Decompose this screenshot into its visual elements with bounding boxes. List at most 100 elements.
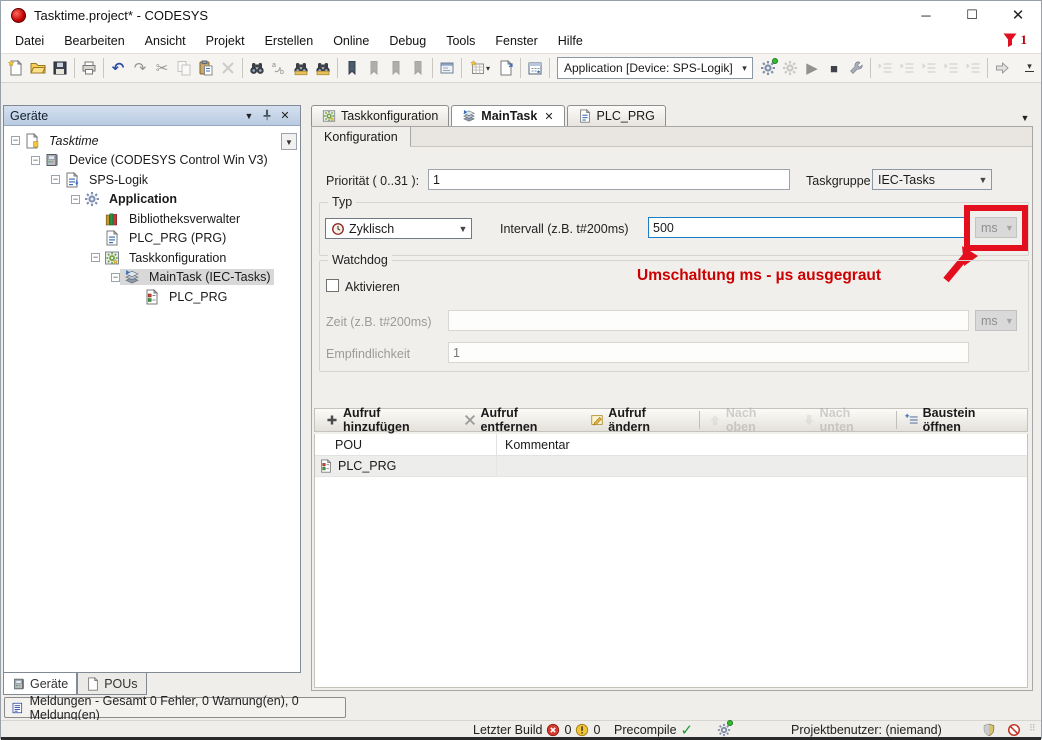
table-row[interactable]: PLC_PRG — [315, 456, 1027, 477]
properties-button[interactable] — [436, 57, 458, 79]
tree-item-maintask-plc-prg[interactable]: − PLC_PRG — [4, 287, 300, 307]
menu-debug[interactable]: Debug — [379, 31, 436, 51]
start-button[interactable]: ▶ — [801, 57, 823, 79]
menu-projekt[interactable]: Projekt — [196, 31, 255, 51]
step-out-button[interactable] — [918, 57, 940, 79]
menu-online[interactable]: Online — [323, 31, 379, 51]
collapse-icon[interactable]: − — [71, 195, 80, 204]
next-bookmark-button[interactable] — [385, 57, 407, 79]
tab-maintask[interactable]: MainTask ✕ — [451, 105, 564, 126]
taskgroup-select[interactable]: IEC-Tasks ▼ — [872, 169, 992, 190]
close-button[interactable]: ✕ — [995, 1, 1041, 29]
clear-bookmarks-button[interactable] — [407, 57, 429, 79]
menu-bearbeiten[interactable]: Bearbeiten — [54, 31, 134, 51]
active-application-combobox[interactable]: Application [Device: SPS-Logik] ▾ — [557, 57, 753, 79]
tab-list-dropdown-button[interactable]: ▼ — [1017, 110, 1033, 126]
find-in-project-button[interactable] — [290, 57, 312, 79]
connection-status-icon — [717, 721, 731, 738]
collapse-icon[interactable]: − — [31, 156, 40, 165]
new-project-button[interactable] — [5, 57, 27, 79]
redo-button[interactable]: ↷ — [129, 57, 151, 79]
column-pou[interactable]: POU — [315, 434, 497, 455]
application-window: Tasktime.project* - CODESYS ─ ☐ ✕ Datei … — [0, 0, 1042, 739]
step-over-button[interactable] — [874, 57, 896, 79]
add-call-button[interactable]: Aufruf hinzufügen — [319, 409, 457, 431]
run-to-cursor-button[interactable] — [940, 57, 962, 79]
panel-menu-caret-icon[interactable]: ▼ — [240, 111, 258, 121]
pragma-filter-indicator[interactable]: 1 — [1002, 32, 1028, 48]
print-button[interactable] — [78, 57, 100, 79]
replace-button[interactable] — [268, 57, 290, 79]
new-object-button[interactable]: ▾ — [465, 57, 495, 79]
maximize-button[interactable]: ☐ — [949, 1, 995, 29]
step-into-button[interactable] — [896, 57, 918, 79]
tab-geraete[interactable]: Geräte — [3, 673, 77, 695]
menu-fenster[interactable]: Fenster — [485, 31, 547, 51]
tree-item-sps-logik[interactable]: − SPS-Logik — [4, 170, 300, 190]
open-pou-button[interactable]: Baustein öffnen — [899, 409, 1023, 431]
tree-item-tasktime[interactable]: − Tasktime — [4, 131, 300, 151]
menu-erstellen[interactable]: Erstellen — [255, 31, 324, 51]
login-button[interactable] — [757, 57, 779, 79]
menu-ansicht[interactable]: Ansicht — [135, 31, 196, 51]
remove-call-button[interactable]: Aufruf entfernen — [457, 409, 585, 431]
security-shield-icon[interactable] — [982, 721, 996, 738]
delete-button[interactable] — [217, 57, 239, 79]
menu-hilfe[interactable]: Hilfe — [548, 31, 593, 51]
collapse-icon[interactable]: − — [51, 175, 60, 184]
find-button[interactable] — [246, 57, 268, 79]
tree-root-dropdown-button[interactable]: ▼ — [281, 133, 297, 150]
open-project-button[interactable] — [27, 57, 49, 79]
interval-input[interactable]: 500 — [648, 217, 969, 238]
input-assistant-button[interactable] — [524, 57, 546, 79]
collapse-icon[interactable]: − — [111, 273, 120, 282]
watchdog-enable-checkbox[interactable] — [326, 279, 339, 292]
panel-pin-icon[interactable] — [258, 108, 276, 123]
resize-grip[interactable]: ⠿ — [1029, 723, 1039, 733]
tree-item-device[interactable]: − Device (CODESYS Control Win V3) — [4, 151, 300, 171]
tab-plc-prg[interactable]: PLC_PRG — [567, 105, 666, 126]
collapse-icon[interactable]: − — [11, 136, 20, 145]
tree-item-application[interactable]: − Application — [4, 190, 300, 210]
active-application-value: Application [Device: SPS-Logik] — [558, 61, 737, 75]
tree-item-bibliotheksverwalter[interactable]: − Bibliotheksverwalter — [4, 209, 300, 229]
close-tab-icon[interactable]: ✕ — [544, 110, 553, 123]
toggle-bookmark-button[interactable] — [341, 57, 363, 79]
menu-tools[interactable]: Tools — [436, 31, 485, 51]
reset-button[interactable] — [962, 57, 984, 79]
flow-control-button[interactable] — [991, 57, 1013, 79]
messages-bar[interactable]: Meldungen - Gesamt 0 Fehler, 0 Warnung(e… — [4, 697, 346, 718]
replace-in-project-button[interactable] — [312, 57, 334, 79]
tab-taskkonfiguration[interactable]: Taskkonfiguration — [311, 105, 449, 126]
toolbar-overflow-button[interactable]: ▾ — [1022, 57, 1037, 79]
menu-datei[interactable]: Datei — [5, 31, 54, 51]
previous-bookmark-button[interactable] — [363, 57, 385, 79]
paste-button[interactable] — [195, 57, 217, 79]
copy-button[interactable] — [173, 57, 195, 79]
tree-item-maintask[interactable]: − MainTask (IEC-Tasks) — [4, 268, 300, 288]
minimize-button[interactable]: ─ — [903, 1, 949, 29]
priority-input[interactable]: 1 — [428, 169, 790, 190]
tab-pous[interactable]: POUs — [77, 673, 146, 695]
collapse-icon[interactable]: − — [91, 253, 100, 262]
plus-icon — [325, 413, 339, 427]
cut-button[interactable]: ✂ — [151, 57, 173, 79]
task-type-select[interactable]: Zyklisch ▼ — [325, 218, 472, 239]
undo-button[interactable]: ↶ — [107, 57, 129, 79]
tree-item-plc-prg[interactable]: − PLC_PRG (PRG) — [4, 229, 300, 249]
column-kommentar[interactable]: Kommentar — [497, 438, 570, 452]
single-cycle-button[interactable] — [845, 57, 867, 79]
logout-button[interactable] — [779, 57, 801, 79]
watchdog-unit-select: ms ▼ — [975, 310, 1017, 331]
panel-close-icon[interactable]: ✕ — [276, 109, 294, 122]
move-up-button[interactable]: Nach oben — [702, 409, 796, 431]
export-button[interactable] — [495, 57, 517, 79]
export-icon — [498, 60, 514, 76]
save-button[interactable] — [49, 57, 71, 79]
stop-button[interactable]: ■ — [823, 57, 845, 79]
move-down-button[interactable]: Nach unten — [796, 409, 894, 431]
change-call-button[interactable]: Aufruf ändern — [584, 409, 697, 431]
tree-item-taskkonfiguration[interactable]: − Taskkonfiguration — [4, 248, 300, 268]
application-gear-icon — [84, 191, 101, 207]
subtab-konfiguration[interactable]: Konfiguration — [312, 127, 411, 147]
